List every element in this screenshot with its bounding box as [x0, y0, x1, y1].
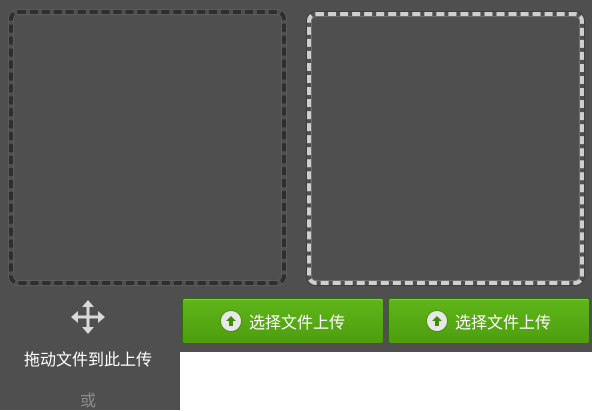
select-file-upload-button[interactable]: 选择文件上传 — [182, 298, 384, 344]
select-file-upload-label-2: 选择文件上传 — [454, 313, 551, 332]
drop-zone-right[interactable] — [307, 12, 584, 285]
drag-hint-text: 拖动文件到此上传 — [23, 350, 152, 369]
select-file-upload-button-2[interactable]: 选择文件上传 — [388, 298, 590, 344]
drop-zone-left[interactable] — [9, 10, 286, 285]
upload-arrow-icon — [426, 311, 447, 331]
upload-arrow-icon — [220, 311, 241, 331]
or-separator-text: 或 — [79, 391, 96, 410]
select-file-upload-label: 选择文件上传 — [248, 313, 345, 332]
move-icon — [71, 300, 105, 334]
